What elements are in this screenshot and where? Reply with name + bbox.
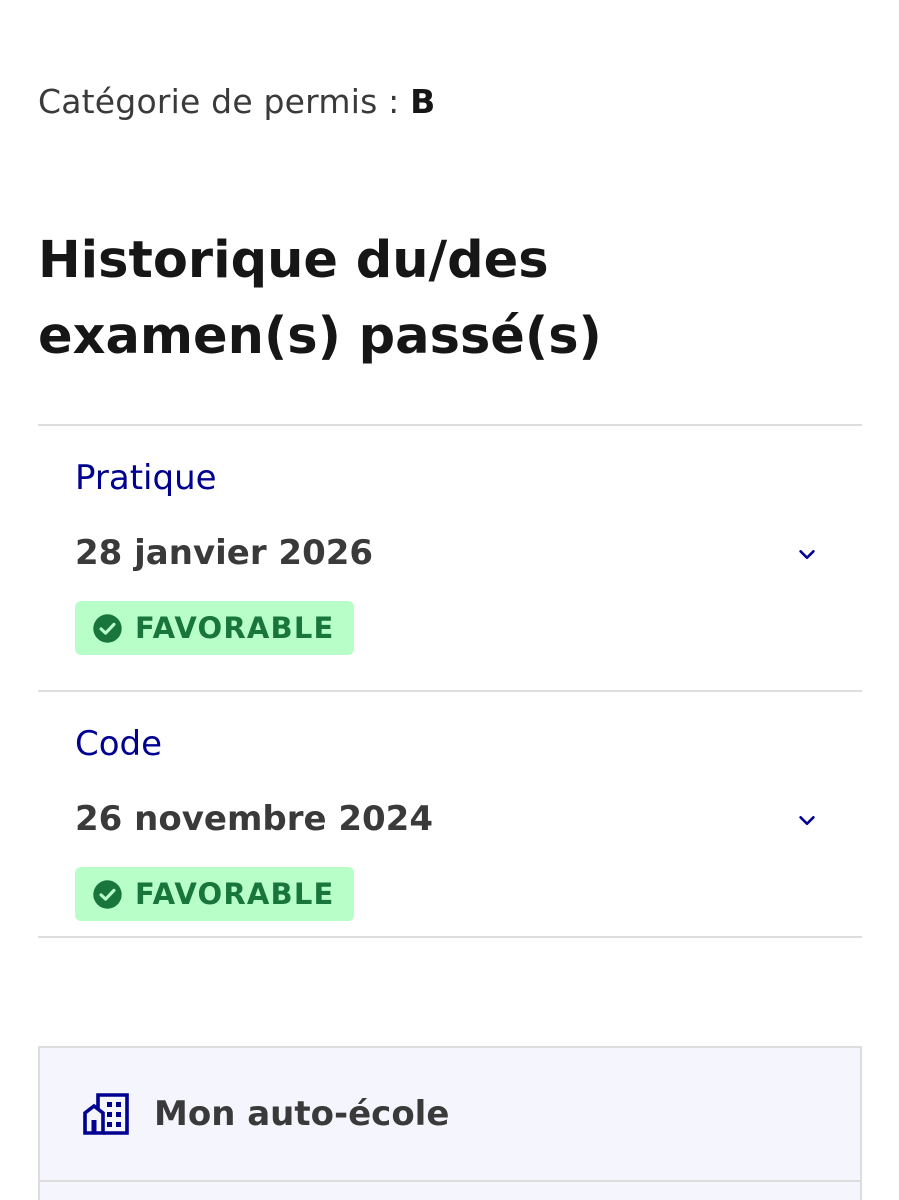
card-divider (40, 1180, 860, 1182)
exam-type: Code (75, 724, 163, 764)
permit-category-value: B (410, 82, 436, 121)
status-badge: FAVORABLE (75, 867, 354, 921)
exam-history-title: Historique du/des examen(s) passé(s) (38, 231, 602, 366)
exam-item-pratique[interactable]: Pratique 28 janvier 2026 FAVORABLE (38, 424, 862, 690)
exam-type: Pratique (75, 458, 217, 498)
driving-school-card: Mon auto-école (38, 1046, 862, 1200)
building-icon (83, 1093, 129, 1135)
exam-history-list: Pratique 28 janvier 2026 FAVORABLE Code … (38, 424, 862, 938)
driving-school-title: Mon auto-école (154, 1094, 450, 1134)
exam-date: 26 novembre 2024 (75, 799, 433, 839)
check-circle-icon (93, 879, 122, 909)
check-circle-icon (93, 613, 122, 643)
exam-date: 28 janvier 2026 (75, 533, 374, 573)
driving-school-header[interactable]: Mon auto-école (82, 1092, 449, 1136)
chevron-down-icon[interactable] (796, 544, 818, 566)
status-badge: FAVORABLE (75, 601, 354, 655)
exam-item-code[interactable]: Code 26 novembre 2024 FAVORABLE (38, 690, 862, 938)
status-badge-label: FAVORABLE (135, 611, 335, 645)
status-badge-label: FAVORABLE (135, 877, 335, 911)
chevron-down-icon[interactable] (796, 810, 818, 832)
permit-category: Catégorie de permis : B (38, 82, 436, 121)
permit-category-label: Catégorie de permis : (38, 82, 400, 121)
